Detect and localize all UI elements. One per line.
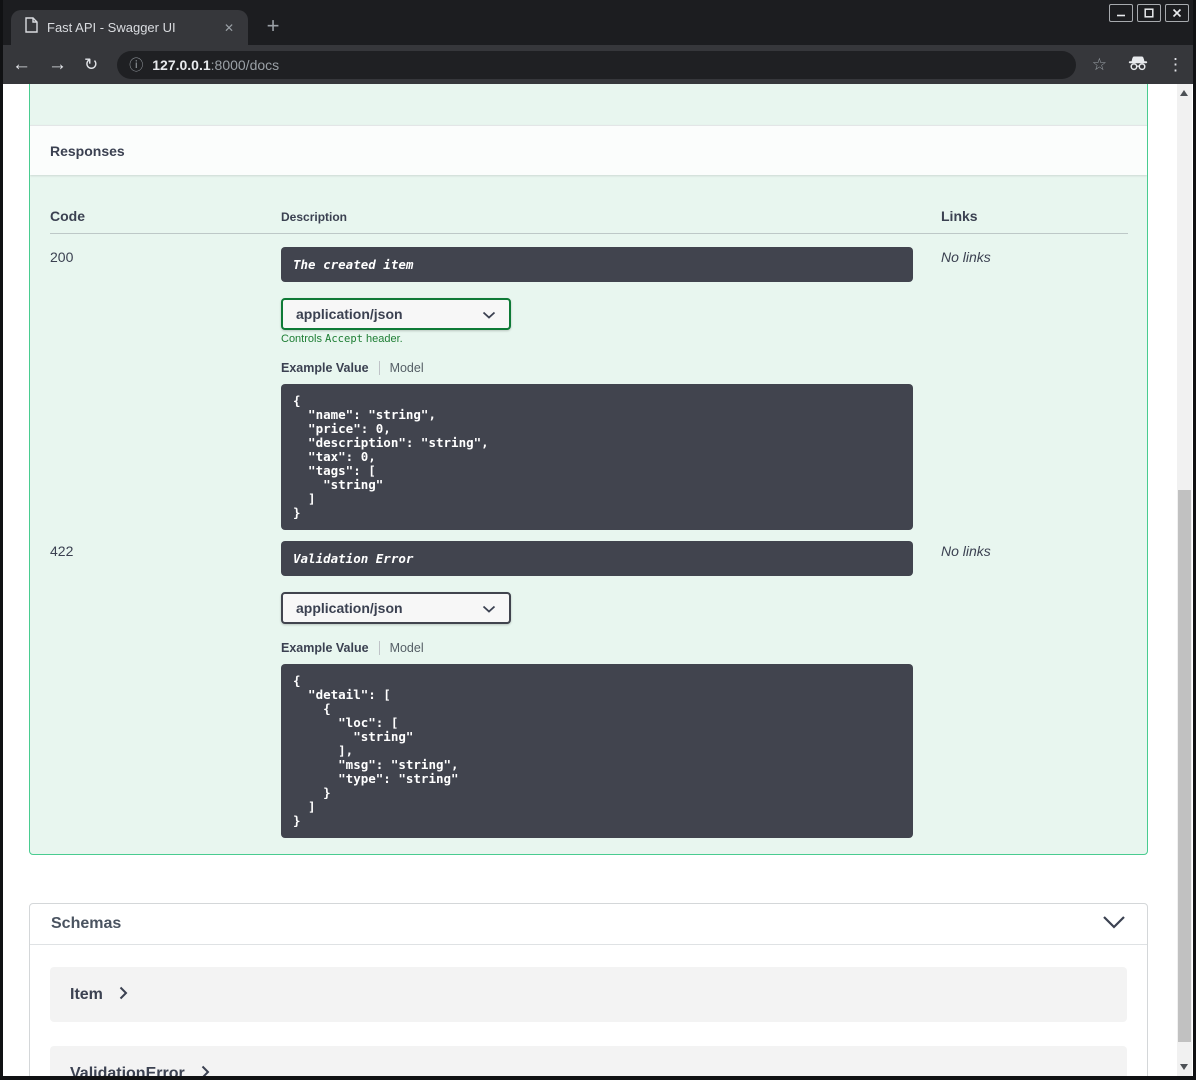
tab-model[interactable]: Model xyxy=(390,361,424,375)
scrollbar-thumb[interactable] xyxy=(1178,490,1191,1042)
responses-table-header: Code Description Links xyxy=(50,175,1128,234)
responses-table: Code Description Links 200 The created i… xyxy=(30,175,1147,854)
schemas-body: Item ValidationError xyxy=(30,945,1147,1076)
description-column-header: Description xyxy=(281,210,348,224)
tab-example-value[interactable]: Example Value xyxy=(281,361,369,375)
example-json-block: { "detail": [ { "loc": [ "string" ], "ms… xyxy=(281,664,913,838)
chevron-down-icon xyxy=(482,306,496,322)
response-description: Validation Error xyxy=(281,541,913,576)
forward-button[interactable]: → xyxy=(48,55,67,74)
response-code: 422 xyxy=(50,543,74,559)
model-name: Item xyxy=(70,985,103,1003)
tab-separator xyxy=(378,641,380,655)
chevron-right-icon xyxy=(201,1065,210,1076)
url-host: 127.0.0.1 xyxy=(152,56,211,73)
model-name: ValidationError xyxy=(70,1064,185,1077)
responses-title: Responses xyxy=(50,142,125,159)
url-path: :8000/docs xyxy=(210,56,280,73)
close-button[interactable] xyxy=(1165,4,1189,22)
response-code: 200 xyxy=(50,249,74,265)
schemas-header[interactable]: Schemas xyxy=(30,904,1147,945)
example-model-tabs: Example Value Model xyxy=(281,361,941,375)
tab-strip: Fast API - Swagger UI ✕ + xyxy=(3,0,1193,45)
chevron-down-icon[interactable] xyxy=(1102,915,1126,934)
vertical-scrollbar[interactable] xyxy=(1177,84,1192,1076)
response-row-422: 422 Validation Error application/json Ex… xyxy=(50,530,1128,838)
browser-tab[interactable]: Fast API - Swagger UI ✕ xyxy=(11,10,248,45)
incognito-icon xyxy=(1127,54,1149,76)
responses-section-header: Responses xyxy=(30,125,1147,175)
response-row-200: 200 The created item application/json Co… xyxy=(50,234,1128,530)
model-item[interactable]: Item xyxy=(50,967,1127,1022)
model-validationerror[interactable]: ValidationError xyxy=(50,1046,1127,1076)
page-content: Responses Code Description Links 200 The… xyxy=(3,84,1192,1076)
tab-example-value[interactable]: Example Value xyxy=(281,641,369,655)
tab-title: Fast API - Swagger UI xyxy=(47,20,176,35)
address-bar[interactable]: ⓘ 127.0.0.1:8000/docs xyxy=(117,50,1076,79)
scroll-down-arrow-icon[interactable] xyxy=(1180,1064,1188,1070)
tab-close-icon[interactable]: ✕ xyxy=(220,19,238,37)
browser-window: Fast API - Swagger UI ✕ + ← → ↻ ⓘ 127.0.… xyxy=(0,0,1196,1080)
back-button[interactable]: ← xyxy=(12,55,31,74)
media-type-value: application/json xyxy=(296,306,403,322)
url-text: 127.0.0.1:8000/docs xyxy=(152,57,279,73)
response-description: The created item xyxy=(281,247,913,282)
address-toolbar: ← → ↻ ⓘ 127.0.0.1:8000/docs ☆ ⋮ xyxy=(3,45,1193,84)
page-favicon-icon xyxy=(24,17,38,38)
reload-button[interactable]: ↻ xyxy=(84,56,98,73)
minimize-button[interactable] xyxy=(1109,4,1133,22)
media-type-select[interactable]: application/json xyxy=(281,298,511,330)
tab-separator xyxy=(378,361,380,375)
opblock-spacer xyxy=(30,84,1147,125)
tab-model[interactable]: Model xyxy=(390,641,424,655)
new-tab-button[interactable]: + xyxy=(258,11,288,41)
scroll-up-arrow-icon[interactable] xyxy=(1180,90,1188,96)
media-type-value: application/json xyxy=(296,600,403,616)
maximize-button[interactable] xyxy=(1137,4,1161,22)
response-links: No links xyxy=(941,543,991,559)
media-type-select[interactable]: application/json xyxy=(281,592,511,624)
chevron-right-icon xyxy=(119,986,128,1005)
example-model-tabs: Example Value Model xyxy=(281,641,941,655)
chevron-down-icon xyxy=(482,600,496,616)
accept-header-note: Controls Accept header. xyxy=(281,333,403,345)
code-column-header: Code xyxy=(50,208,85,224)
example-json-block: { "name": "string", "price": 0, "descrip… xyxy=(281,384,913,530)
response-links: No links xyxy=(941,249,991,265)
browser-chrome: Fast API - Swagger UI ✕ + ← → ↻ ⓘ 127.0.… xyxy=(3,0,1193,84)
links-column-header: Links xyxy=(941,208,978,224)
schemas-section: Schemas Item ValidationError xyxy=(29,903,1148,1076)
bookmark-star-icon[interactable]: ☆ xyxy=(1092,55,1107,75)
schemas-title: Schemas xyxy=(51,915,122,932)
post-operation-block: Responses Code Description Links 200 The… xyxy=(29,84,1148,855)
site-info-icon[interactable]: ⓘ xyxy=(129,55,143,75)
window-controls xyxy=(1109,4,1189,22)
menu-icon[interactable]: ⋮ xyxy=(1167,55,1184,75)
